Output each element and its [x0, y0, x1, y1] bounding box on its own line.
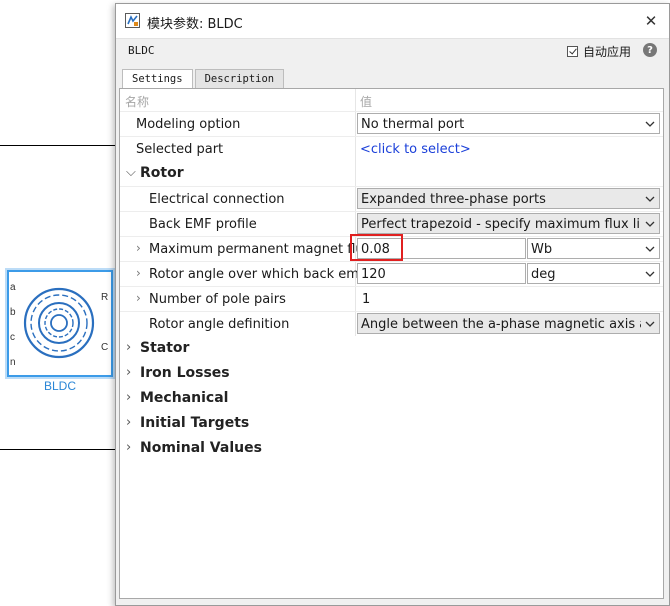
selected-part-label: Selected part — [136, 142, 224, 157]
section-rotor[interactable]: ⌵ Rotor — [120, 161, 663, 186]
signal-line-top — [0, 145, 118, 146]
max-pm-flux-label: Maximum permanent magnet flu... — [149, 242, 377, 257]
row-rotor-angle-definition: Rotor angle definition Angle between the… — [120, 311, 663, 336]
port-c-right-label: C — [101, 342, 109, 353]
tab-description[interactable]: Description — [194, 69, 285, 88]
port-r-label: R — [101, 292, 109, 303]
auto-apply-checkbox[interactable] — [566, 46, 578, 57]
port-a-label: a — [10, 282, 16, 293]
chevron-right-icon: › — [126, 365, 132, 380]
table-header: 名称 值 — [120, 89, 663, 111]
dialog-titlebar[interactable]: 模块参数: BLDC ✕ — [116, 4, 669, 39]
section-mechanical[interactable]: › Mechanical — [120, 386, 663, 411]
section-nominal-values[interactable]: › Nominal Values — [120, 436, 663, 461]
chevron-right-icon: › — [126, 415, 132, 430]
header-name: 名称 — [125, 95, 150, 109]
section-iron-losses[interactable]: › Iron Losses — [120, 361, 663, 386]
row-max-pm-flux: › Maximum permanent magnet flu... 0.08 W… — [120, 234, 663, 261]
max-pm-flux-value: 0.08 — [361, 242, 390, 257]
chevron-down-icon — [641, 264, 659, 283]
header-value: 值 — [360, 95, 373, 109]
row-pole-pairs: › Number of pole pairs 1 — [120, 286, 663, 311]
rotor-angle-unit-dropdown[interactable]: deg — [527, 263, 660, 284]
chevron-right-icon[interactable]: › — [136, 266, 141, 280]
section-nominal-values-label: Nominal Values — [140, 440, 262, 456]
rotor-angle-unit: deg — [531, 267, 556, 282]
close-icon: ✕ — [644, 12, 658, 30]
row-rotor-angle-back-emf: › Rotor angle over which back em... 120 … — [120, 261, 663, 286]
max-pm-flux-unit-dropdown[interactable]: Wb — [527, 238, 660, 259]
block-label[interactable]: BLDC — [0, 379, 120, 393]
electrical-connection-label: Electrical connection — [149, 192, 285, 207]
section-iron-losses-label: Iron Losses — [140, 365, 230, 381]
pole-pairs-label: Number of pole pairs — [149, 292, 286, 307]
max-pm-flux-input[interactable]: 0.08 — [357, 238, 526, 259]
chevron-right-icon[interactable]: › — [136, 241, 141, 255]
chevron-right-icon: › — [126, 440, 132, 455]
tab-bar: Settings Description — [122, 69, 286, 89]
section-stator[interactable]: › Stator — [120, 336, 663, 361]
rotor-angle-back-emf-value: 120 — [361, 267, 386, 282]
pole-pairs-value[interactable]: 1 — [362, 292, 370, 307]
row-electrical-connection: Electrical connection Expanded three-pha… — [120, 186, 663, 211]
signal-line-bottom — [0, 449, 118, 450]
back-emf-profile-dropdown[interactable]: Perfect trapezoid - specify maximum flux… — [357, 213, 660, 234]
block-parameters-dialog: 模块参数: BLDC ✕ BLDC 自动应用 ? Settings Descri… — [115, 3, 670, 606]
electrical-connection-value: Expanded three-phase ports — [361, 192, 546, 207]
max-pm-flux-unit: Wb — [531, 242, 553, 257]
rotor-angle-definition-value: Angle between the a-phase magnetic axis … — [361, 317, 660, 332]
section-mechanical-label: Mechanical — [140, 390, 229, 406]
auto-apply-label: 自动应用 — [582, 45, 631, 59]
close-button[interactable]: ✕ — [641, 11, 661, 31]
select-part-link[interactable]: <click to select> — [360, 142, 471, 157]
block-params-app-icon — [125, 13, 140, 28]
chevron-right-icon[interactable]: › — [136, 291, 141, 305]
row-selected-part: Selected part <click to select> — [120, 136, 663, 161]
chevron-down-icon — [641, 114, 659, 133]
motor-symbol-icon — [23, 287, 95, 359]
port-c-label: c — [10, 332, 15, 343]
rotor-angle-back-emf-input[interactable]: 120 — [357, 263, 526, 284]
back-emf-profile-label: Back EMF profile — [149, 217, 257, 232]
port-n-label: n — [10, 357, 16, 368]
chevron-down-icon — [641, 239, 659, 258]
section-stator-label: Stator — [140, 340, 190, 356]
section-initial-targets-label: Initial Targets — [140, 415, 250, 431]
dialog-title: 模块参数: BLDC — [147, 17, 243, 32]
row-modeling-option: Modeling option No thermal port — [120, 111, 663, 136]
parameters-panel: 名称 值 Modeling option No thermal port Sel… — [119, 88, 664, 599]
tab-settings[interactable]: Settings — [122, 69, 193, 89]
help-icon[interactable]: ? — [643, 43, 657, 57]
chevron-down-icon — [641, 214, 659, 233]
rotor-angle-definition-dropdown[interactable]: Angle between the a-phase magnetic axis … — [357, 313, 660, 334]
port-b-label: b — [10, 307, 16, 318]
chevron-right-icon: › — [126, 340, 132, 355]
row-back-emf-profile: Back EMF profile Perfect trapezoid - spe… — [120, 211, 663, 236]
chevron-down-icon — [641, 314, 659, 333]
rotor-angle-back-emf-label: Rotor angle over which back em... — [149, 267, 372, 282]
back-emf-profile-value: Perfect trapezoid - specify maximum flux… — [361, 217, 660, 232]
modeling-option-label: Modeling option — [136, 117, 241, 132]
section-initial-targets[interactable]: › Initial Targets — [120, 411, 663, 436]
electrical-connection-dropdown[interactable]: Expanded three-phase ports — [357, 188, 660, 209]
block-name-text: BLDC — [128, 44, 155, 57]
rotor-angle-definition-label: Rotor angle definition — [149, 317, 290, 332]
chevron-right-icon: › — [126, 390, 132, 405]
chevron-down-icon — [641, 189, 659, 208]
modeling-option-value: No thermal port — [361, 117, 465, 132]
auto-apply-toggle[interactable]: 自动应用 — [566, 43, 631, 60]
section-rotor-label: Rotor — [140, 165, 184, 181]
modeling-option-dropdown[interactable]: No thermal port — [357, 113, 660, 134]
chevron-down-icon: ⌵ — [126, 165, 136, 180]
bldc-block[interactable]: a b c n R C — [7, 270, 113, 377]
